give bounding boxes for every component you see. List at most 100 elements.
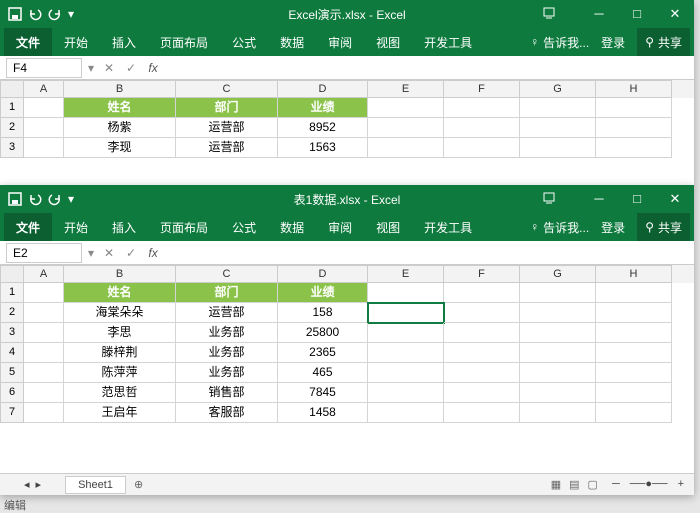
cell-B1[interactable]: 姓名 [64, 98, 176, 118]
cell-F6[interactable] [444, 383, 520, 403]
cell-D2[interactable]: 8952 [278, 118, 368, 138]
cell-C5[interactable]: 业务部 [176, 363, 278, 383]
enter-icon[interactable]: ✓ [120, 246, 142, 260]
zoom-in-icon[interactable]: + [678, 478, 684, 491]
col-header-H[interactable]: H [596, 80, 672, 98]
cell-H2[interactable] [596, 118, 672, 138]
cell-G5[interactable] [520, 363, 596, 383]
page-break-icon[interactable]: ▢ [584, 479, 602, 491]
cell-D1[interactable]: 业绩 [278, 98, 368, 118]
cell-B5[interactable]: 陈萍萍 [64, 363, 176, 383]
cell-F3[interactable] [444, 138, 520, 158]
cell-G1[interactable] [520, 283, 596, 303]
cell-C2[interactable]: 运营部 [176, 118, 278, 138]
cell-G3[interactable] [520, 138, 596, 158]
titlebar[interactable]: ▾ 表1数据.xlsx - Excel ─ □ ✕ [0, 185, 694, 213]
cell-H1[interactable] [596, 283, 672, 303]
tab-home[interactable]: 开始 [52, 28, 100, 56]
cell-C3[interactable]: 运营部 [176, 138, 278, 158]
cell-H3[interactable] [596, 323, 672, 343]
page-layout-icon[interactable]: ▤ [565, 479, 583, 491]
cell-G2[interactable] [520, 118, 596, 138]
cell-E3[interactable] [368, 323, 444, 343]
normal-view-icon[interactable]: ▦ [547, 479, 565, 491]
col-header-C[interactable]: C [176, 265, 278, 283]
tab-data[interactable]: 数据 [268, 28, 316, 56]
tab-layout[interactable]: 页面布局 [148, 28, 220, 56]
titlebar[interactable]: ▾ Excel演示.xlsx - Excel ─ □ ✕ [0, 0, 694, 28]
minimize-icon[interactable]: ─ [580, 6, 618, 22]
cell-F5[interactable] [444, 363, 520, 383]
row-header[interactable]: 2 [0, 303, 24, 323]
tab-file[interactable]: 文件 [4, 213, 52, 241]
row-header[interactable]: 1 [0, 283, 24, 303]
cell-C6[interactable]: 销售部 [176, 383, 278, 403]
sheet-tab[interactable]: Sheet1 [65, 476, 126, 494]
save-icon[interactable] [8, 7, 22, 21]
cell-E1[interactable] [368, 283, 444, 303]
undo-icon[interactable] [28, 7, 42, 21]
cell-B3[interactable]: 李思 [64, 323, 176, 343]
undo-icon[interactable] [28, 192, 42, 206]
cell-E4[interactable] [368, 343, 444, 363]
cell-H4[interactable] [596, 343, 672, 363]
fx-icon[interactable]: fx [142, 61, 164, 75]
ribbon-options-icon[interactable] [542, 6, 580, 22]
col-header-E[interactable]: E [368, 80, 444, 98]
enter-icon[interactable]: ✓ [120, 61, 142, 75]
row-header[interactable]: 5 [0, 363, 24, 383]
col-header-B[interactable]: B [64, 80, 176, 98]
cell-F3[interactable] [444, 323, 520, 343]
col-header-A[interactable]: A [24, 80, 64, 98]
cell-H3[interactable] [596, 138, 672, 158]
redo-icon[interactable] [48, 7, 62, 21]
cell-F1[interactable] [444, 98, 520, 118]
col-header-D[interactable]: D [278, 80, 368, 98]
cell-F2[interactable] [444, 118, 520, 138]
cell-B4[interactable]: 滕梓荆 [64, 343, 176, 363]
cell-D4[interactable]: 2365 [278, 343, 368, 363]
cell-B7[interactable]: 王启年 [64, 403, 176, 423]
cell-A3[interactable] [24, 323, 64, 343]
spreadsheet-grid[interactable]: ABCDEFGH1姓名部门业绩2杨紫运营部89523李现运营部1563 [0, 80, 694, 158]
col-header-G[interactable]: G [520, 80, 596, 98]
cell-F7[interactable] [444, 403, 520, 423]
cell-C4[interactable]: 业务部 [176, 343, 278, 363]
cell-C7[interactable]: 客服部 [176, 403, 278, 423]
login-link[interactable]: 登录 [593, 219, 633, 236]
cell-H5[interactable] [596, 363, 672, 383]
maximize-icon[interactable]: □ [618, 191, 656, 207]
tab-review[interactable]: 审阅 [316, 28, 364, 56]
cell-A5[interactable] [24, 363, 64, 383]
cell-A3[interactable] [24, 138, 64, 158]
row-header[interactable]: 3 [0, 138, 24, 158]
fx-icon[interactable]: fx [142, 246, 164, 260]
cell-B2[interactable]: 海棠朵朵 [64, 303, 176, 323]
row-header[interactable]: 3 [0, 323, 24, 343]
col-header-G[interactable]: G [520, 265, 596, 283]
row-header[interactable]: 1 [0, 98, 24, 118]
formula-input[interactable] [164, 58, 694, 78]
row-header[interactable]: 2 [0, 118, 24, 138]
qat-dropdown-icon[interactable]: ▾ [68, 7, 74, 21]
cell-G3[interactable] [520, 323, 596, 343]
cell-E2[interactable] [368, 118, 444, 138]
cell-G2[interactable] [520, 303, 596, 323]
row-header[interactable]: 4 [0, 343, 24, 363]
cell-A2[interactable] [24, 303, 64, 323]
login-link[interactable]: 登录 [593, 34, 633, 51]
minimize-icon[interactable]: ─ [580, 191, 618, 207]
tab-dev[interactable]: 开发工具 [412, 28, 484, 56]
cell-B6[interactable]: 范思哲 [64, 383, 176, 403]
tab-file[interactable]: 文件 [4, 28, 52, 56]
cell-B1[interactable]: 姓名 [64, 283, 176, 303]
cell-H6[interactable] [596, 383, 672, 403]
tab-layout[interactable]: 页面布局 [148, 213, 220, 241]
cell-E2[interactable] [368, 303, 444, 323]
cell-G1[interactable] [520, 98, 596, 118]
cell-G7[interactable] [520, 403, 596, 423]
cancel-icon[interactable]: ✕ [98, 246, 120, 260]
cell-G4[interactable] [520, 343, 596, 363]
tab-insert[interactable]: 插入 [100, 213, 148, 241]
cell-D3[interactable]: 1563 [278, 138, 368, 158]
